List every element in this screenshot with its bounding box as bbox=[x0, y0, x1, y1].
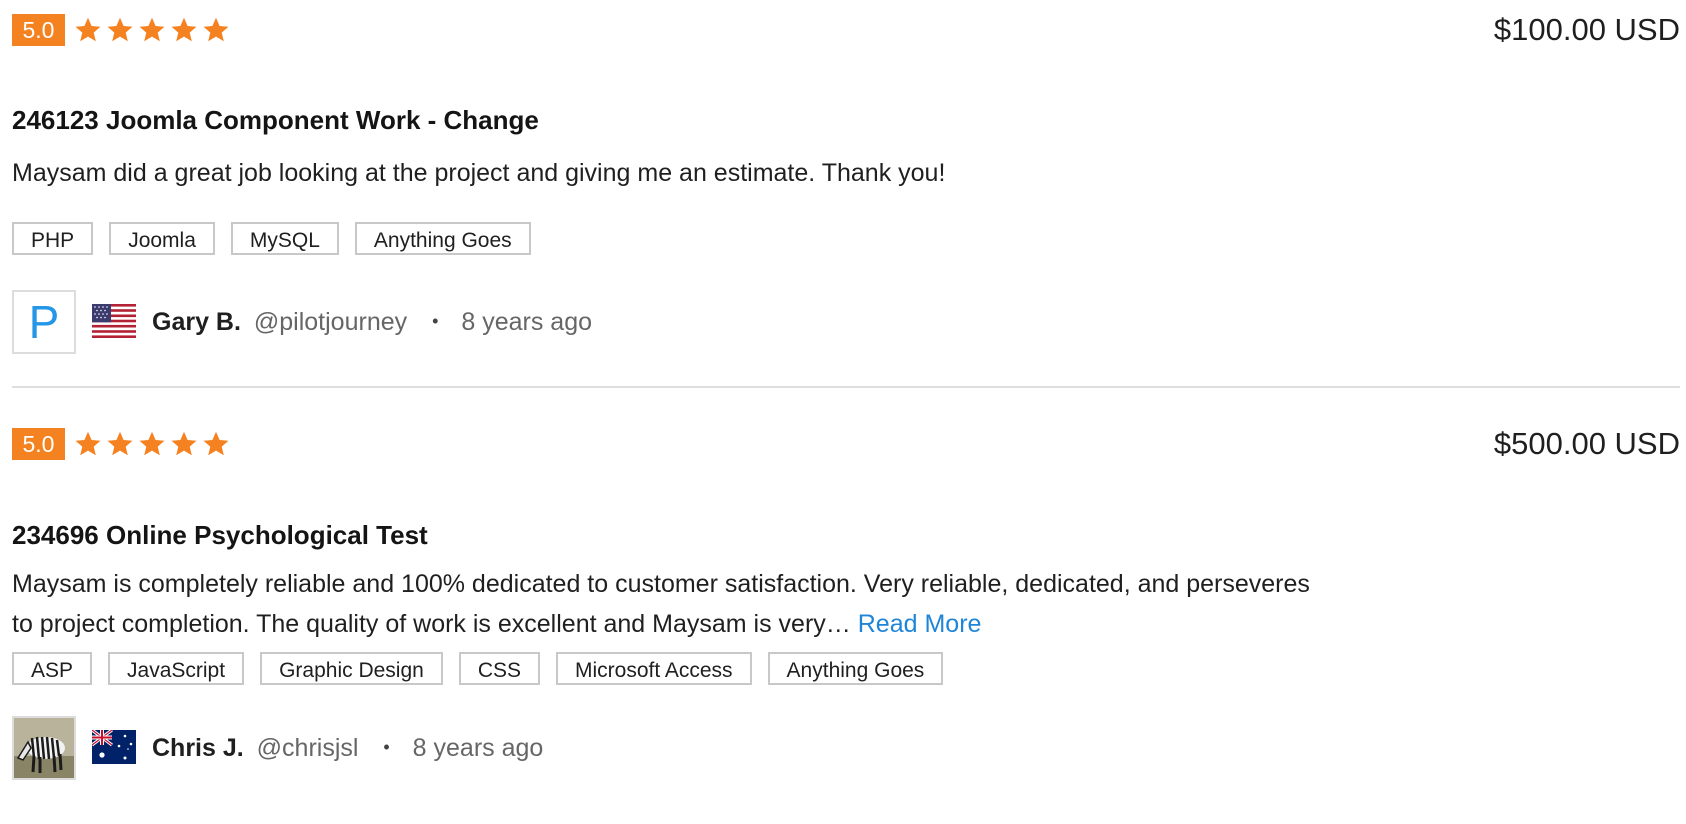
us-flag-icon bbox=[92, 304, 136, 338]
skill-tag[interactable]: Joomla bbox=[109, 222, 215, 255]
star-icon bbox=[107, 17, 133, 42]
project-price: $500.00 USD bbox=[1493, 426, 1680, 461]
reviewer-line: Chris J. @chrisjsl • 8 years ago bbox=[152, 716, 543, 782]
star-icon bbox=[107, 431, 133, 456]
review-header: 5.0 $500.00 USD bbox=[12, 428, 1680, 460]
reviewer-handle[interactable]: @chrisjsl bbox=[257, 734, 359, 762]
skill-tag[interactable]: Anything Goes bbox=[767, 652, 944, 685]
avatar[interactable]: P bbox=[12, 290, 76, 354]
star-rating bbox=[74, 14, 230, 46]
review-text: Maysam did a great job looking at the pr… bbox=[12, 153, 1332, 193]
review-text-body: Maysam did a great job looking at the pr… bbox=[12, 159, 946, 187]
avatar[interactable] bbox=[12, 716, 76, 780]
review-text: Maysam is completely reliable and 100% d… bbox=[12, 564, 1332, 644]
star-icon bbox=[171, 17, 197, 42]
review-card: 5.0 $100.00 USD 246123 Joomla Component … bbox=[12, 0, 1680, 388]
project-title[interactable]: 234696 Online Psychological Test bbox=[12, 520, 428, 551]
project-price: $100.00 USD bbox=[1493, 12, 1680, 47]
skill-tag[interactable]: CSS bbox=[458, 652, 540, 685]
separator-dot: • bbox=[432, 311, 439, 331]
review-time: 8 years ago bbox=[412, 734, 544, 762]
project-title[interactable]: 246123 Joomla Component Work - Change bbox=[12, 105, 539, 136]
skill-tag[interactable]: Graphic Design bbox=[260, 652, 443, 685]
star-icon bbox=[203, 17, 229, 42]
rating-badge: 5.0 bbox=[12, 14, 65, 46]
skill-tags: ASP JavaScript Graphic Design CSS Micros… bbox=[12, 652, 944, 685]
star-icon bbox=[171, 431, 197, 456]
skill-tag[interactable]: JavaScript bbox=[108, 652, 245, 685]
reviewer-line: Gary B. @pilotjourney • 8 years ago bbox=[152, 290, 592, 356]
star-icon bbox=[75, 431, 101, 456]
skill-tag[interactable]: ASP bbox=[12, 652, 93, 685]
star-icon bbox=[139, 431, 165, 456]
review-card: 5.0 $500.00 USD 234696 Online Psychologi… bbox=[12, 388, 1680, 800]
skill-tag[interactable]: Anything Goes bbox=[354, 222, 531, 255]
reviewer-name[interactable]: Gary B. bbox=[152, 308, 241, 336]
reviewer-name[interactable]: Chris J. bbox=[152, 734, 244, 762]
review-time: 8 years ago bbox=[461, 308, 592, 336]
separator-dot: • bbox=[383, 737, 390, 757]
star-icon bbox=[75, 17, 101, 42]
review-header: 5.0 $100.00 USD bbox=[12, 14, 1680, 46]
review-text-body: Maysam is completely reliable and 100% d… bbox=[12, 570, 1310, 638]
read-more-link[interactable]: Read More bbox=[858, 610, 982, 638]
zebra-photo-icon bbox=[14, 718, 74, 778]
star-rating bbox=[74, 428, 230, 460]
star-icon bbox=[203, 431, 229, 456]
skill-tag[interactable]: MySQL bbox=[230, 222, 339, 255]
au-flag-icon bbox=[92, 730, 136, 764]
reviewer-handle[interactable]: @pilotjourney bbox=[254, 308, 407, 336]
skill-tags: PHP Joomla MySQL Anything Goes bbox=[12, 222, 531, 255]
skill-tag[interactable]: PHP bbox=[12, 222, 94, 255]
star-icon bbox=[139, 17, 165, 42]
rating-badge: 5.0 bbox=[12, 428, 65, 460]
skill-tag[interactable]: Microsoft Access bbox=[556, 652, 752, 685]
avatar-letter: P bbox=[28, 296, 60, 348]
